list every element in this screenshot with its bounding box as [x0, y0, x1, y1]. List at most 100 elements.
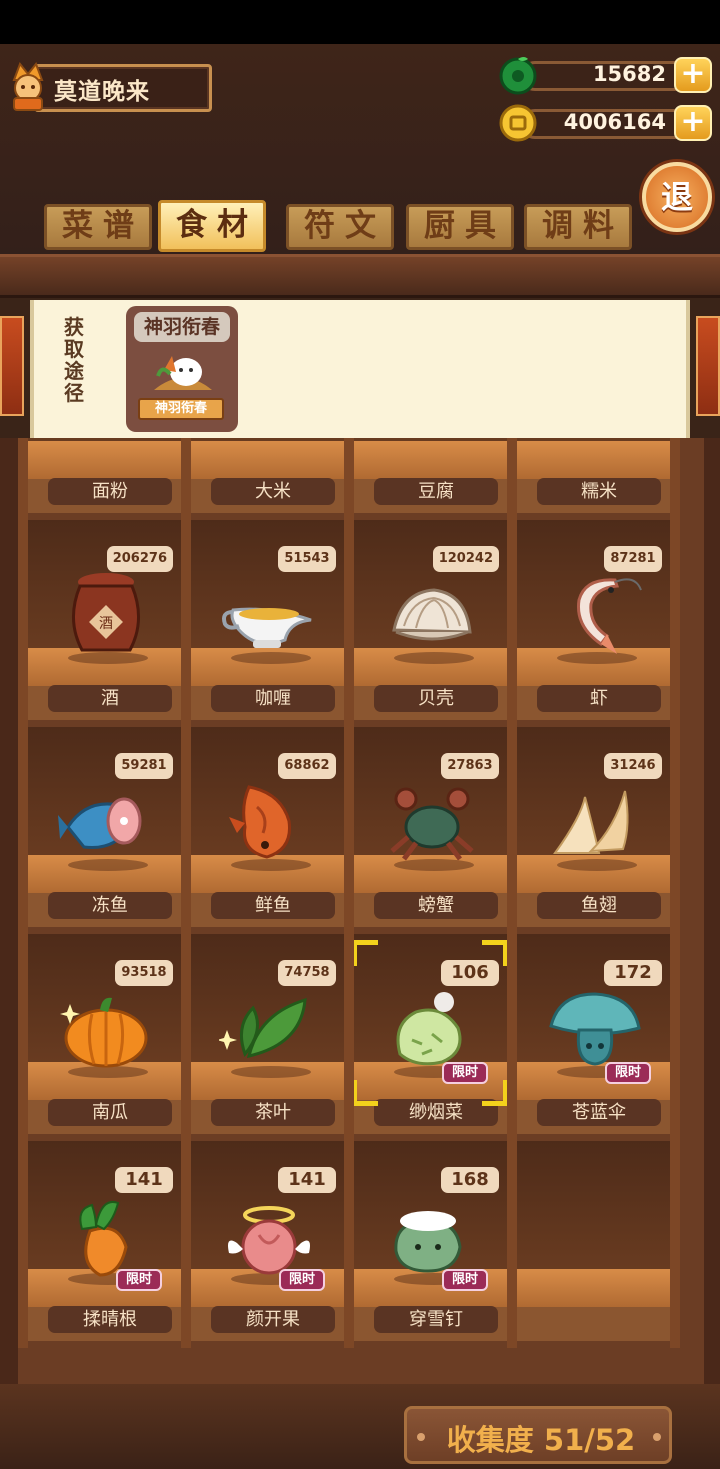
tab-seasonings[interactable]: 调料: [524, 204, 632, 250]
snow-creature-icon: [394, 1211, 462, 1273]
shrimp-icon: [576, 578, 642, 654]
ingredient-name: 面粉: [48, 478, 172, 505]
add-jade-button[interactable]: +: [674, 57, 712, 93]
frozen-fish-icon: [58, 797, 142, 850]
collection-progress: 收集度 51/52: [404, 1406, 672, 1464]
ingredient-cell[interactable]: 面粉: [26, 438, 181, 513]
tea-leaves-icon: [219, 997, 307, 1059]
exit-label: 退: [660, 178, 693, 216]
ingredient-count: 87281: [604, 546, 662, 572]
acquisition-label: 获取途径: [64, 315, 84, 405]
ingredient-name: 冻鱼: [48, 892, 172, 919]
ingredient-cell[interactable]: 141 限时 颜开果: [189, 1141, 344, 1341]
ingredient-cell[interactable]: 74758 茶叶: [189, 934, 344, 1134]
ingredient-name: 糯米: [537, 478, 661, 505]
ingredient-cell[interactable]: 大米: [189, 438, 344, 513]
chef-avatar-icon: [12, 62, 44, 111]
ingredient-count: 172: [604, 960, 662, 986]
ingredient-count: 141: [278, 1167, 336, 1193]
ingredient-cell[interactable]: 172 限时 苍蓝伞: [515, 934, 670, 1134]
player-info[interactable]: 莫道晚来: [6, 58, 212, 114]
shark-fin-icon: [553, 790, 629, 854]
collection-progress-label: 收集度 51/52: [446, 1423, 636, 1457]
ingredient-name: 鲜鱼: [211, 892, 335, 919]
ingredient-count: 168: [441, 1167, 499, 1193]
source-badge: 神羽衔春: [138, 398, 224, 420]
jade-amount: 15682: [592, 62, 666, 86]
ingredient-name: 酒: [48, 685, 172, 712]
ingredient-collection-screen: 莫道晚来 15682 + 4006164 + 退 菜谱 食材 符文 厨具 调料: [0, 0, 720, 1469]
ingredient-name: 苍蓝伞: [537, 1099, 661, 1126]
ingredient-name: 颜开果: [211, 1306, 335, 1333]
ingredient-count: 27863: [441, 753, 499, 779]
limited-time-badge: 限时: [442, 1269, 488, 1291]
ingredient-shelf: 面粉 大米 豆腐 糯米 酒 206276 酒 51543 咖喱 120242 贝…: [18, 438, 704, 1384]
ingredient-count: 51543: [278, 546, 336, 572]
ingredient-count: 59281: [115, 753, 173, 779]
ingredient-name: 咖喱: [211, 685, 335, 712]
pumpkin-icon: [60, 997, 148, 1068]
tab-recipes[interactable]: 菜谱: [44, 204, 152, 250]
ingredient-cell[interactable]: 93518 南瓜: [26, 934, 181, 1134]
carrot-icon: [79, 1201, 128, 1277]
ingredient-cell[interactable]: 59281 冻鱼: [26, 727, 181, 927]
shelf-top-beam: [0, 254, 720, 298]
acquisition-source-card[interactable]: 神羽衔春 神羽衔春: [126, 306, 238, 432]
ingredient-cell[interactable]: 168 限时 穿雪钉: [352, 1141, 507, 1341]
ingredient-name: 南瓜: [48, 1099, 172, 1126]
event-mascot-icon: [154, 356, 212, 390]
ingredient-count: 141: [115, 1167, 173, 1193]
ingredient-cell-selected[interactable]: 106 限时 缈烟菜: [352, 934, 508, 1134]
ingredient-name: 穿雪钉: [374, 1306, 498, 1333]
svg-text:酒: 酒: [99, 616, 113, 632]
ingredient-count: 206276: [106, 546, 173, 572]
ingredient-cell[interactable]: 糯米: [515, 438, 670, 513]
ingredient-count: 68862: [278, 753, 336, 779]
ingredient-cell[interactable]: 27863 螃蟹: [352, 727, 507, 927]
limited-time-badge: 限时: [605, 1062, 651, 1084]
ingredient-count: 31246: [604, 753, 662, 779]
ingredient-name: 鱼翅: [537, 892, 661, 919]
ingredient-name: 揉晴根: [48, 1306, 172, 1333]
selection-corner: [482, 1080, 508, 1106]
ingredient-cell[interactable]: 51543 咖喱: [189, 520, 344, 720]
jade-icon: [499, 57, 537, 95]
player-name: 莫道晚来: [54, 79, 150, 105]
ingredient-name: 贝壳: [374, 685, 498, 712]
status-bar: [0, 0, 720, 44]
add-coin-button[interactable]: +: [674, 105, 712, 141]
ingredient-name: 虾: [537, 685, 661, 712]
tab-ingredients[interactable]: 食材: [158, 200, 266, 252]
ingredient-cell[interactable]: 31246 鱼翅: [515, 727, 670, 927]
ingredient-cell[interactable]: 87281 虾: [515, 520, 670, 720]
ingredient-count: 93518: [115, 960, 173, 986]
crab-icon: [390, 787, 474, 861]
source-title: 神羽衔春: [134, 312, 230, 342]
selection-corner: [352, 1080, 378, 1106]
category-tabs: 菜谱 食材 符文 厨具 调料: [44, 200, 634, 252]
ingredient-name: 缈烟菜: [374, 1099, 498, 1126]
ingredient-cell[interactable]: 酒 206276 酒: [26, 520, 181, 720]
blue-mushroom-icon: [549, 992, 641, 1066]
fresh-fish-icon: [229, 785, 292, 859]
ingredient-count: 120242: [432, 546, 499, 572]
empty-cell: [515, 1141, 670, 1341]
clam-shell-icon: [392, 588, 472, 641]
ingredient-name: 豆腐: [374, 478, 498, 505]
pink-fruit-icon: [228, 1206, 310, 1275]
acquisition-panel: 获取途径 神羽衔春 神羽衔春: [0, 300, 720, 438]
ingredient-cell[interactable]: 141 限时 揉晴根: [26, 1141, 181, 1341]
coin-currency: 4006164 +: [498, 103, 712, 143]
ingredient-cell[interactable]: 68862 鲜鱼: [189, 727, 344, 927]
limited-time-badge: 限时: [116, 1269, 162, 1291]
tab-utensils[interactable]: 厨具: [406, 204, 514, 250]
jade-currency: 15682 +: [498, 55, 712, 95]
ingredient-name: 大米: [211, 478, 335, 505]
ingredient-cell[interactable]: 120242 贝壳: [352, 520, 507, 720]
wine-jar-icon: 酒: [71, 573, 141, 652]
ingredient-cell[interactable]: 豆腐: [352, 438, 507, 513]
ingredient-name: 螃蟹: [374, 892, 498, 919]
selection-corner: [482, 940, 508, 966]
exit-button[interactable]: 退: [638, 158, 718, 238]
tab-runes[interactable]: 符文: [286, 204, 394, 250]
